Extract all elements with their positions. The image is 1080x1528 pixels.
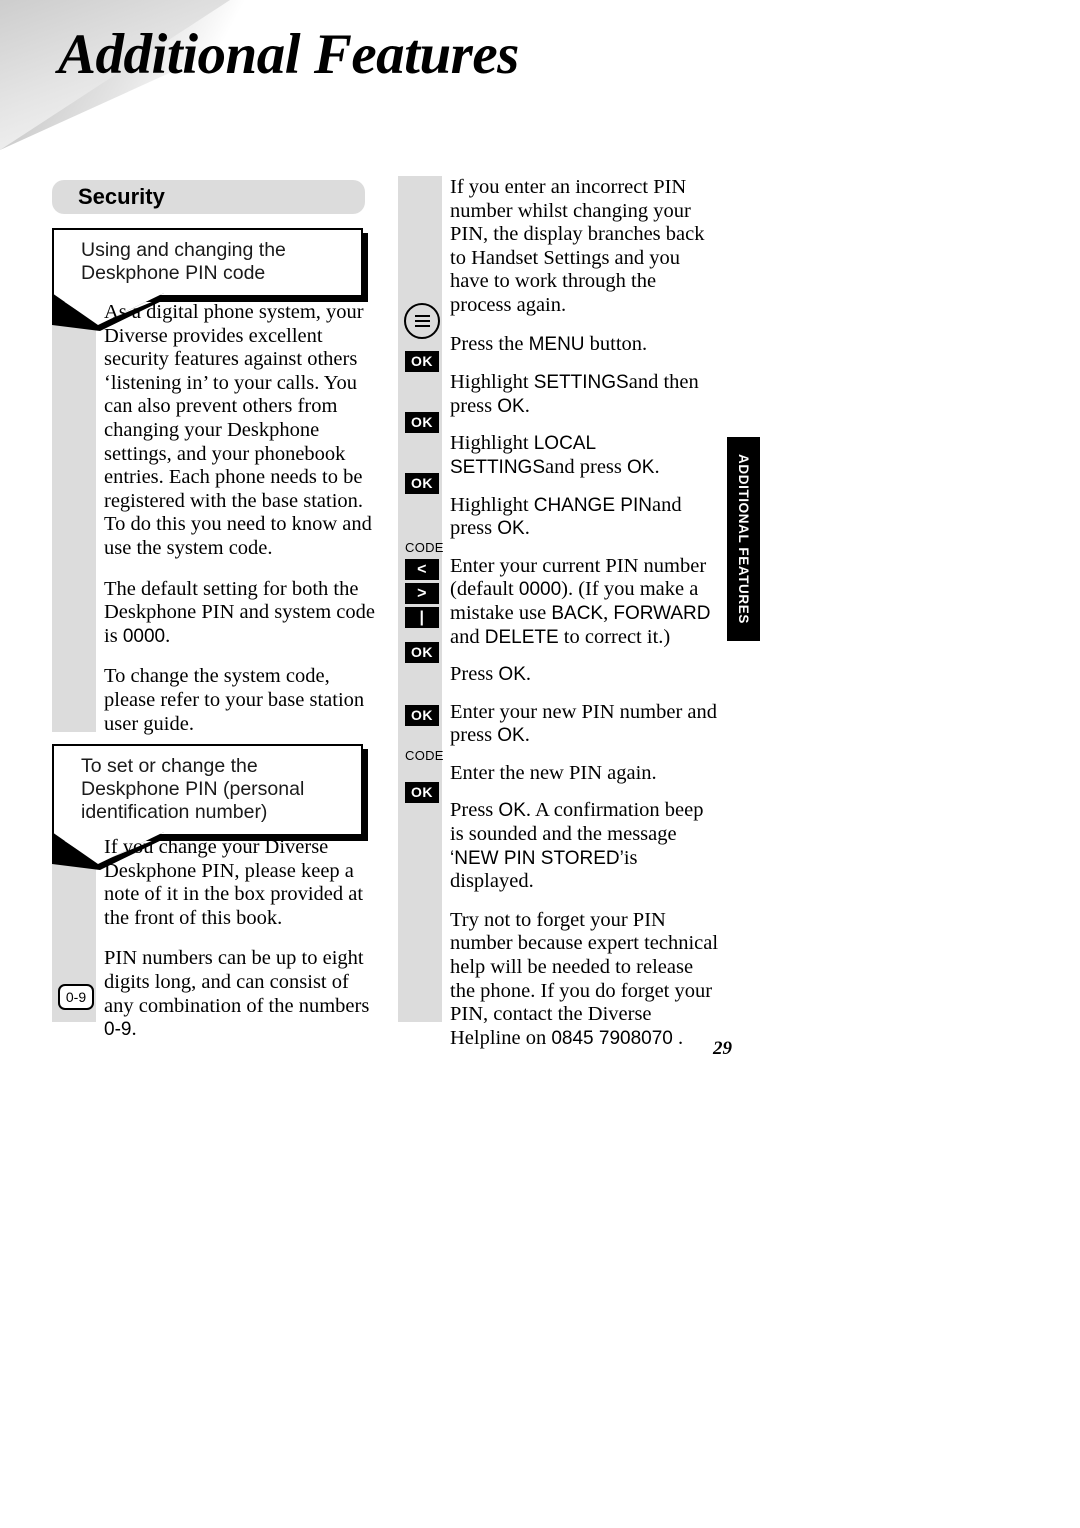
paragraph: PIN numbers can be up to eight digits lo… bbox=[104, 947, 370, 1041]
ui-label-new-pin-stored: ‘NEW PIN STORED’ bbox=[450, 847, 624, 869]
ok-key-icon: OK bbox=[405, 782, 439, 803]
ok-key-icon: OK bbox=[405, 412, 439, 433]
subsection-1-heading: Using and changing the Deskphone PIN cod… bbox=[54, 230, 361, 295]
step-text-menu: Press the MENU button. bbox=[450, 332, 648, 355]
subsection-2-heading-line-3: identification number) bbox=[81, 801, 268, 823]
ui-label-ok: OK bbox=[497, 518, 525, 540]
delete-key-icon: | bbox=[405, 607, 439, 628]
left-column-body-lower: If you change your Diverse Deskphone PIN… bbox=[104, 836, 380, 1059]
step-text-confirmation: Press OK. A confirmation beep is sounded… bbox=[450, 799, 704, 893]
ui-label-ok: OK bbox=[497, 395, 525, 417]
step-text-enter-new-pin-again: Enter the new PIN again. bbox=[450, 761, 657, 784]
paragraph: The default setting for both the Deskpho… bbox=[104, 577, 376, 647]
left-column-body-upper: As a digital phone system, your Diverse … bbox=[104, 301, 380, 753]
digits-key-label: 0-9 bbox=[65, 989, 87, 1005]
ok-key-icon: OK bbox=[405, 473, 439, 494]
ui-label-ok: OK bbox=[498, 800, 526, 822]
ui-label-menu: MENU bbox=[528, 333, 585, 355]
step-text-press-ok: Press OK. bbox=[450, 663, 531, 686]
ui-label-settings: SETTINGS bbox=[533, 372, 629, 394]
step-text-change-pin: Highlight CHANGE PINand press OK. bbox=[450, 493, 682, 540]
ui-label-ok: OK bbox=[497, 725, 525, 747]
page-header: Additional Features bbox=[0, 0, 1080, 150]
page-number: 29 bbox=[713, 1038, 732, 1059]
step-text-enter-current-pin: Enter your current PIN number (default 0… bbox=[450, 554, 711, 648]
subsection-1-heading-line-1: Using and changing the bbox=[81, 239, 286, 261]
ui-label-ok: OK bbox=[627, 456, 655, 478]
subsection-1-callout: Using and changing the Deskphone PIN cod… bbox=[52, 228, 363, 331]
subsection-1-heading-line-2: Deskphone PIN code bbox=[81, 262, 266, 284]
ui-label-back: BACK bbox=[551, 602, 604, 624]
closing-paragraph: Try not to forget your PIN number becaus… bbox=[450, 908, 719, 1049]
subsection-2-heading-line-1: To set or change the bbox=[81, 755, 258, 777]
step-text-settings: Highlight SETTINGSand then press OK. bbox=[450, 371, 699, 417]
ok-key-icon: OK bbox=[405, 705, 439, 726]
ui-label-default-code: 0000 bbox=[518, 579, 562, 601]
helpline-number: 0845 7908070 bbox=[551, 1027, 673, 1049]
digit-range-value: 0-9 bbox=[104, 1019, 132, 1041]
paragraph: As a digital phone system, your Diverse … bbox=[104, 301, 372, 559]
subsection-2-callout: To set or change the Deskphone PIN (pers… bbox=[52, 744, 363, 870]
side-thumb-tab: ADDITIONAL FEATURES bbox=[727, 437, 760, 641]
forward-arrow-key-icon: > bbox=[405, 583, 439, 604]
back-arrow-key-icon: < bbox=[405, 559, 439, 580]
right-column-body: If you enter an incorrect PIN number whi… bbox=[450, 176, 722, 1050]
ui-label-change-pin: CHANGE PIN bbox=[533, 494, 652, 516]
subsection-2-heading: To set or change the Deskphone PIN (pers… bbox=[54, 746, 361, 834]
side-thumb-tab-label: ADDITIONAL FEATURES bbox=[736, 454, 751, 624]
code-key-icon: CODE bbox=[405, 540, 444, 555]
digits-key-icon: 0-9 bbox=[58, 984, 94, 1010]
ui-label-local-settings: LOCAL SETTINGS bbox=[450, 433, 596, 478]
paragraph: If you enter an incorrect PIN number whi… bbox=[450, 176, 705, 316]
ui-label-delete: DELETE bbox=[484, 626, 559, 648]
step-text-local-settings: Highlight LOCAL SETTINGSand press OK. bbox=[450, 432, 660, 478]
ok-key-icon: OK bbox=[405, 351, 439, 372]
paragraph: If you change your Diverse Deskphone PIN… bbox=[104, 836, 364, 929]
subsection-2-heading-line-2: Deskphone PIN (personal bbox=[81, 778, 305, 800]
ok-key-icon: OK bbox=[405, 642, 439, 663]
menu-circle-icon bbox=[404, 303, 440, 339]
page-title: Additional Features bbox=[58, 23, 519, 86]
default-code-value: 0000 bbox=[122, 625, 166, 647]
code-key-icon: CODE bbox=[405, 748, 444, 763]
section-heading-label: Security bbox=[78, 184, 165, 209]
hamburger-bars-icon bbox=[415, 315, 430, 327]
left-column-gutter-strip bbox=[52, 292, 96, 732]
paragraph: To change the system code, please refer … bbox=[104, 665, 365, 735]
step-text-enter-new-pin: Enter your new PIN number and press OK. bbox=[450, 700, 718, 747]
section-heading-pill: Security bbox=[52, 180, 365, 214]
ui-label-forward: FORWARD bbox=[613, 602, 711, 624]
ui-label-ok: OK bbox=[498, 664, 526, 686]
